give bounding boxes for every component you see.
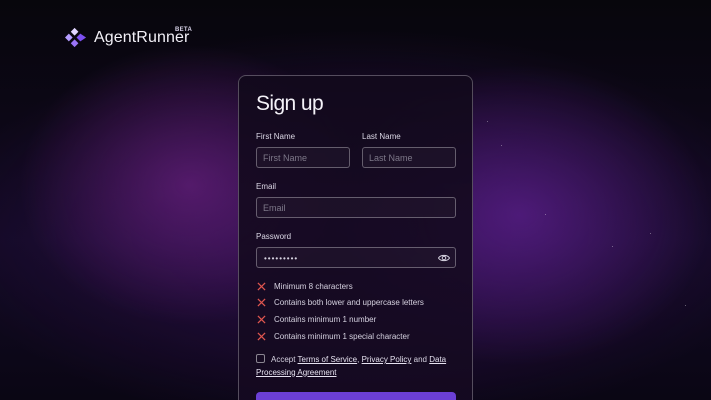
- sign-up-button[interactable]: Sign up: [256, 392, 456, 400]
- password-masked-value: •••••••••: [264, 254, 299, 263]
- requirement-text: Contains minimum 1 special character: [274, 332, 410, 341]
- email-field[interactable]: [256, 197, 456, 218]
- accept-terms-checkbox[interactable]: [256, 354, 265, 363]
- first-name-field[interactable]: [256, 147, 350, 168]
- requirement-item: Minimum 8 characters: [257, 282, 353, 291]
- beta-badge: BETA: [175, 27, 193, 33]
- eye-icon[interactable]: [438, 253, 450, 263]
- password-label: Password: [256, 232, 292, 241]
- first-name-label: First Name: [256, 132, 296, 141]
- accept-label: Accept: [271, 355, 296, 364]
- brand-logo[interactable]: AgentRunner BETA: [65, 26, 193, 49]
- last-name-field[interactable]: [362, 147, 456, 168]
- background-star: [545, 214, 546, 215]
- terms-of-service-link[interactable]: Terms of Service: [298, 355, 358, 364]
- background-star: [650, 233, 651, 234]
- requirement-item: Contains minimum 1 special character: [257, 332, 410, 341]
- x-icon: [257, 315, 266, 324]
- x-icon: [257, 332, 266, 341]
- background-star: [487, 121, 488, 122]
- signup-card: Sign up First Name Last Name Email Passw…: [238, 75, 473, 400]
- requirement-text: Contains both lower and uppercase letter…: [274, 298, 424, 307]
- last-name-label: Last Name: [362, 132, 401, 141]
- separator-and: and: [413, 355, 427, 364]
- email-label: Email: [256, 182, 277, 191]
- requirement-text: Contains minimum 1 number: [274, 315, 377, 324]
- page-title: Sign up: [256, 92, 324, 115]
- requirement-item: Contains both lower and uppercase letter…: [257, 298, 424, 307]
- agentrunner-logo-icon: [65, 27, 87, 48]
- x-icon: [257, 282, 266, 291]
- requirement-text: Minimum 8 characters: [274, 282, 353, 291]
- x-icon: [257, 298, 266, 307]
- background-star: [612, 246, 613, 247]
- privacy-policy-link[interactable]: Privacy Policy: [362, 355, 412, 364]
- terms-agreement: Accept Terms of Service, Privacy Policy …: [256, 354, 461, 379]
- requirement-item: Contains minimum 1 number: [257, 315, 376, 324]
- background-star: [685, 305, 686, 306]
- password-field[interactable]: •••••••••: [256, 247, 456, 268]
- separator-comma: ,: [357, 355, 360, 364]
- background-star: [501, 145, 502, 146]
